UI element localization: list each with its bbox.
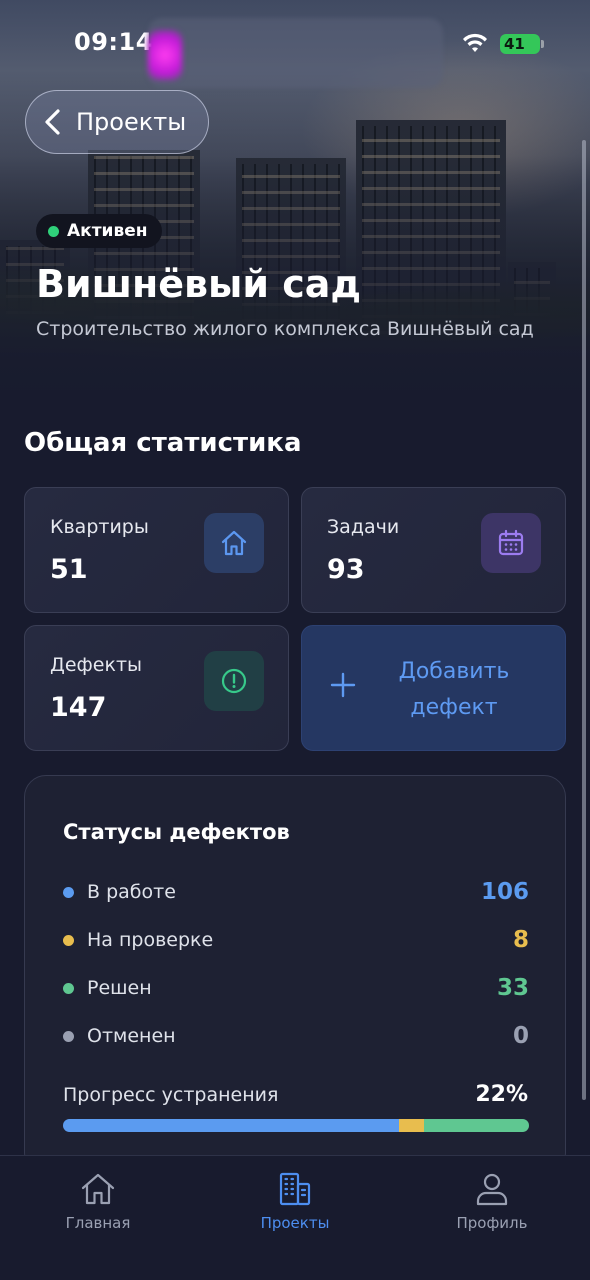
battery-indicator: 41 <box>500 34 540 54</box>
status-time: 09:14 <box>74 28 153 56</box>
stat-label: Квартиры <box>50 516 149 538</box>
progress-label: Прогресс устранения <box>63 1084 279 1106</box>
notification-banner-blurred <box>148 18 443 88</box>
tab-label: Главная <box>65 1214 131 1232</box>
tab-home[interactable]: Главная <box>28 1170 168 1232</box>
status-count: 33 <box>496 975 529 1001</box>
status-count: 106 <box>480 879 529 905</box>
plus-icon <box>330 672 356 698</box>
tab-bar: Главная Проекты Профиль <box>0 1155 590 1280</box>
status-row-review: На проверке 8 <box>63 925 529 955</box>
project-title: Вишнёвый сад <box>36 262 362 306</box>
status-count: 0 <box>512 1023 529 1049</box>
status-row-resolved: Решен 33 <box>63 973 529 1003</box>
add-defect-label: Добавить дефект <box>398 659 510 720</box>
wifi-icon <box>463 33 487 52</box>
progress-bar <box>63 1119 529 1132</box>
stat-value: 147 <box>50 692 107 723</box>
back-button[interactable]: Проекты <box>25 90 209 154</box>
status-badge-label: Активен <box>67 221 148 241</box>
stat-card-defects[interactable]: Дефекты 147 <box>24 625 289 751</box>
status-dot <box>48 225 59 237</box>
status-label: На проверке <box>87 929 214 951</box>
defect-status-panel: Статусы дефектов В работе 106 На проверк… <box>24 775 566 1175</box>
calendar-icon <box>481 513 541 573</box>
status-dot <box>63 1030 74 1042</box>
add-defect-button[interactable]: Добавить дефект <box>301 625 566 751</box>
status-row-cancelled: Отменен 0 <box>63 1021 529 1051</box>
status-count: 8 <box>512 927 529 953</box>
section-title-stats: Общая статистика <box>24 428 302 458</box>
stat-value: 93 <box>327 554 365 585</box>
buildings-icon <box>279 1172 311 1206</box>
project-subtitle: Строительство жилого комплекса Вишнёвый … <box>36 318 534 340</box>
stat-label: Дефекты <box>50 654 143 676</box>
tab-label: Профиль <box>456 1214 528 1232</box>
house-icon <box>204 513 264 573</box>
tab-label: Проекты <box>260 1214 330 1232</box>
alert-circle-icon <box>204 651 264 711</box>
progress-percent: 22% <box>475 1082 528 1107</box>
chevron-left-icon <box>45 109 60 135</box>
status-label: Отменен <box>87 1025 176 1047</box>
user-icon <box>476 1173 508 1206</box>
progress-segment <box>398 1119 425 1132</box>
stat-label: Задачи <box>327 516 400 538</box>
status-dot <box>63 934 74 946</box>
status-label: В работе <box>87 881 176 903</box>
status-row-in-progress: В работе 106 <box>63 877 529 907</box>
battery-tip <box>541 40 544 48</box>
panel-title: Статусы дефектов <box>63 820 290 844</box>
stat-card-apartments[interactable]: Квартиры 51 <box>24 487 289 613</box>
home-icon <box>81 1173 115 1205</box>
status-dot <box>63 982 74 994</box>
progress-segment <box>424 1119 529 1132</box>
back-button-label: Проекты <box>76 108 187 136</box>
stat-value: 51 <box>50 554 88 585</box>
tab-profile[interactable]: Профиль <box>422 1170 562 1232</box>
scrollbar[interactable] <box>582 140 586 1100</box>
status-label: Решен <box>87 977 152 999</box>
status-badge: Активен <box>36 214 162 248</box>
tab-projects[interactable]: Проекты <box>225 1170 365 1232</box>
progress-segment <box>63 1119 399 1132</box>
stat-card-tasks[interactable]: Задачи 93 <box>301 487 566 613</box>
notification-app-icon <box>148 30 182 80</box>
status-dot <box>63 886 74 898</box>
